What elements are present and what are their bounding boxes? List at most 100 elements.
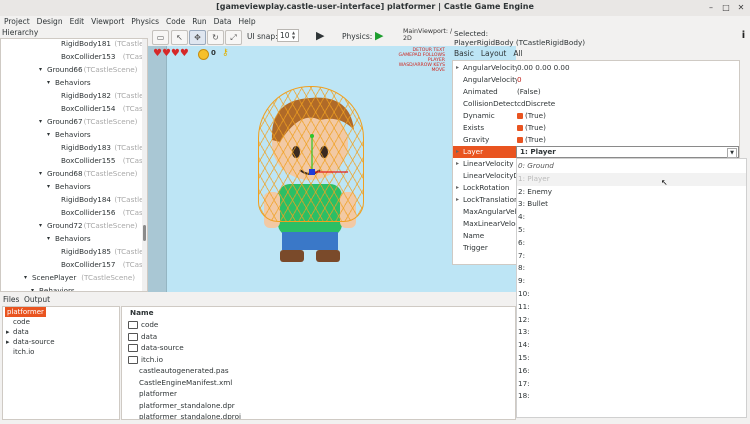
layer-option[interactable]: 18: bbox=[517, 390, 746, 403]
expand-icon[interactable]: ▸ bbox=[456, 62, 459, 74]
layer-option[interactable]: 13: bbox=[517, 326, 746, 339]
chevron-down-icon[interactable]: ▼ bbox=[727, 148, 737, 158]
expand-icon[interactable]: ▾ bbox=[39, 115, 42, 128]
expand-icon[interactable]: ▾ bbox=[39, 63, 42, 76]
tree-item-itch-io[interactable]: itch.io bbox=[13, 347, 34, 357]
translate-gizmo[interactable] bbox=[300, 130, 360, 220]
expand-icon[interactable]: ▾ bbox=[47, 76, 50, 89]
hierarchy-row[interactable]: BoxCollider157 (TCastle bbox=[1, 258, 143, 271]
file-row[interactable]: itch.io bbox=[128, 354, 163, 366]
property-row[interactable]: AngularVelocity 0 bbox=[453, 74, 739, 86]
hierarchy-row[interactable]: ▾ Behaviors bbox=[1, 76, 143, 89]
layer-option[interactable]: 15: bbox=[517, 352, 746, 365]
layer-option[interactable]: 17: bbox=[517, 378, 746, 391]
file-row[interactable]: code bbox=[128, 319, 158, 331]
hierarchy-row[interactable]: ▾ ScenePlayer (TCastleScene) bbox=[1, 271, 143, 284]
hierarchy-scrollbar[interactable] bbox=[142, 39, 147, 291]
hierarchy-row[interactable]: ▾ Ground67 (TCastleScene) bbox=[1, 115, 143, 128]
menu-data[interactable]: Data bbox=[211, 16, 235, 28]
file-row[interactable]: platformer_standalone.dpr bbox=[139, 400, 235, 412]
scrollbar-thumb[interactable] bbox=[143, 225, 146, 241]
expand-icon[interactable]: ▾ bbox=[47, 128, 50, 141]
expand-icon[interactable]: ▸ bbox=[456, 146, 459, 158]
checkbox[interactable] bbox=[517, 113, 523, 119]
layer-option[interactable]: 6: bbox=[517, 237, 746, 250]
checkbox[interactable] bbox=[517, 125, 523, 131]
info-icon[interactable]: i bbox=[738, 30, 749, 43]
layer-option[interactable]: 1: Player bbox=[517, 172, 746, 186]
expand-icon[interactable]: ▸ bbox=[6, 327, 10, 337]
layer-option[interactable]: 16: bbox=[517, 365, 746, 378]
hierarchy-tree[interactable]: RigidBody181(TCastleRBoxCollider153(TCas… bbox=[0, 38, 148, 292]
expand-icon[interactable]: ▾ bbox=[24, 271, 27, 284]
expand-icon[interactable]: ▸ bbox=[456, 194, 459, 206]
hierarchy-row[interactable]: RigidBody185(TCastleR bbox=[1, 245, 143, 258]
scale-mode-icon[interactable]: ⤢ bbox=[225, 30, 242, 45]
hierarchy-row[interactable]: ▾ Ground72 (TCastleScene) bbox=[1, 219, 143, 232]
file-row[interactable]: CastleEngineManifest.xml bbox=[139, 377, 232, 389]
menu-design[interactable]: Design bbox=[34, 16, 66, 28]
play-icon[interactable]: ▶ bbox=[316, 30, 324, 42]
property-row[interactable]: ▸ AngularVelocity 0.00 0.00 0.00 bbox=[453, 62, 739, 74]
property-row[interactable]: CollisionDetectioncdDiscrete bbox=[453, 98, 739, 110]
close-icon[interactable]: ✕ bbox=[736, 3, 746, 13]
layer-option[interactable]: 8: bbox=[517, 262, 746, 275]
hierarchy-row[interactable]: RigidBody183(TCastleR bbox=[1, 141, 143, 154]
expand-icon[interactable]: ▾ bbox=[47, 180, 50, 193]
checkbox[interactable] bbox=[517, 137, 523, 143]
file-row[interactable]: platformer_standalone.dproj bbox=[139, 411, 241, 419]
layer-option[interactable]: 5: bbox=[517, 224, 746, 237]
hierarchy-row[interactable]: BoxCollider156 (TCastle bbox=[1, 206, 143, 219]
property-row[interactable]: Dynamic (True) bbox=[453, 110, 739, 122]
property-row[interactable]: Gravity (True) bbox=[453, 134, 739, 146]
hierarchy-row[interactable]: RigidBody182(TCastleR bbox=[1, 89, 143, 102]
menu-help[interactable]: Help bbox=[236, 16, 259, 28]
expand-icon[interactable]: ▸ bbox=[456, 182, 459, 194]
tab-all[interactable]: All bbox=[513, 49, 522, 58]
physics-play-icon[interactable]: ▶ bbox=[375, 30, 387, 42]
select-mode-icon[interactable]: ↖ bbox=[171, 30, 188, 45]
hierarchy-row[interactable]: BoxCollider154 (TCastle bbox=[1, 102, 143, 115]
hierarchy-row[interactable]: ▾ Behaviors bbox=[1, 284, 143, 291]
layer-dropdown-list[interactable]: 0: Ground 1: Player 2: Enemy 3: Bullet 4: 5: 6… bbox=[516, 158, 747, 418]
file-row[interactable]: data-source bbox=[128, 342, 184, 354]
rotate-mode-icon[interactable]: ↻ bbox=[207, 30, 224, 45]
tab-files[interactable]: Files bbox=[3, 295, 19, 304]
layer-option[interactable]: 3: Bullet bbox=[517, 198, 746, 211]
property-value[interactable]: cdDiscrete bbox=[517, 98, 555, 110]
file-row[interactable]: data bbox=[128, 331, 157, 343]
minimize-icon[interactable]: – bbox=[706, 3, 716, 13]
property-value[interactable]: 0.00 0.00 0.00 bbox=[517, 62, 570, 74]
menu-edit[interactable]: Edit bbox=[67, 16, 88, 28]
layer-option[interactable]: 12: bbox=[517, 314, 746, 327]
expand-icon[interactable]: ▾ bbox=[47, 232, 50, 245]
translate-mode-icon[interactable]: ✥ bbox=[189, 30, 206, 45]
maximize-icon[interactable]: □ bbox=[721, 3, 731, 13]
layer-option[interactable]: 10: bbox=[517, 288, 746, 301]
hierarchy-row[interactable]: ▾ Behaviors bbox=[1, 232, 143, 245]
hierarchy-row[interactable]: ▾ Behaviors bbox=[1, 128, 143, 141]
hierarchy-row[interactable]: BoxCollider155 (TCastle bbox=[1, 154, 143, 167]
layer-option[interactable]: 0: Ground bbox=[517, 160, 746, 173]
files-tree[interactable]: platformer code ▸ data ▸ data-source itc… bbox=[2, 306, 120, 420]
hierarchy-row[interactable]: RigidBody184(TCastleR bbox=[1, 193, 143, 206]
layer-option[interactable]: 7: bbox=[517, 250, 746, 263]
expand-icon[interactable]: ▸ bbox=[456, 158, 459, 170]
hierarchy-row[interactable]: ▾ Ground68 (TCastleScene) bbox=[1, 167, 143, 180]
layer-option[interactable]: 2: Enemy bbox=[517, 186, 746, 199]
expand-icon[interactable]: ▾ bbox=[39, 219, 42, 232]
layer-option[interactable]: 9: bbox=[517, 275, 746, 288]
files-list[interactable]: Name code data data-source itch.io castleaut… bbox=[121, 306, 516, 420]
tree-item-data[interactable]: data bbox=[13, 327, 29, 337]
hierarchy-row[interactable]: ▾ Behaviors bbox=[1, 180, 143, 193]
layer-option[interactable]: 14: bbox=[517, 339, 746, 352]
hierarchy-row[interactable]: BoxCollider153 (TCastle bbox=[1, 50, 143, 63]
menu-code[interactable]: Code bbox=[163, 16, 188, 28]
expand-icon[interactable]: ▾ bbox=[31, 284, 34, 291]
layer-option[interactable]: 11: bbox=[517, 301, 746, 314]
property-value[interactable]: (True) bbox=[517, 110, 546, 122]
tree-item-code[interactable]: code bbox=[13, 317, 30, 327]
interact-mode-icon[interactable]: ▭ bbox=[152, 30, 169, 45]
files-name-header[interactable]: Name bbox=[130, 308, 154, 317]
menu-run[interactable]: Run bbox=[189, 16, 209, 28]
